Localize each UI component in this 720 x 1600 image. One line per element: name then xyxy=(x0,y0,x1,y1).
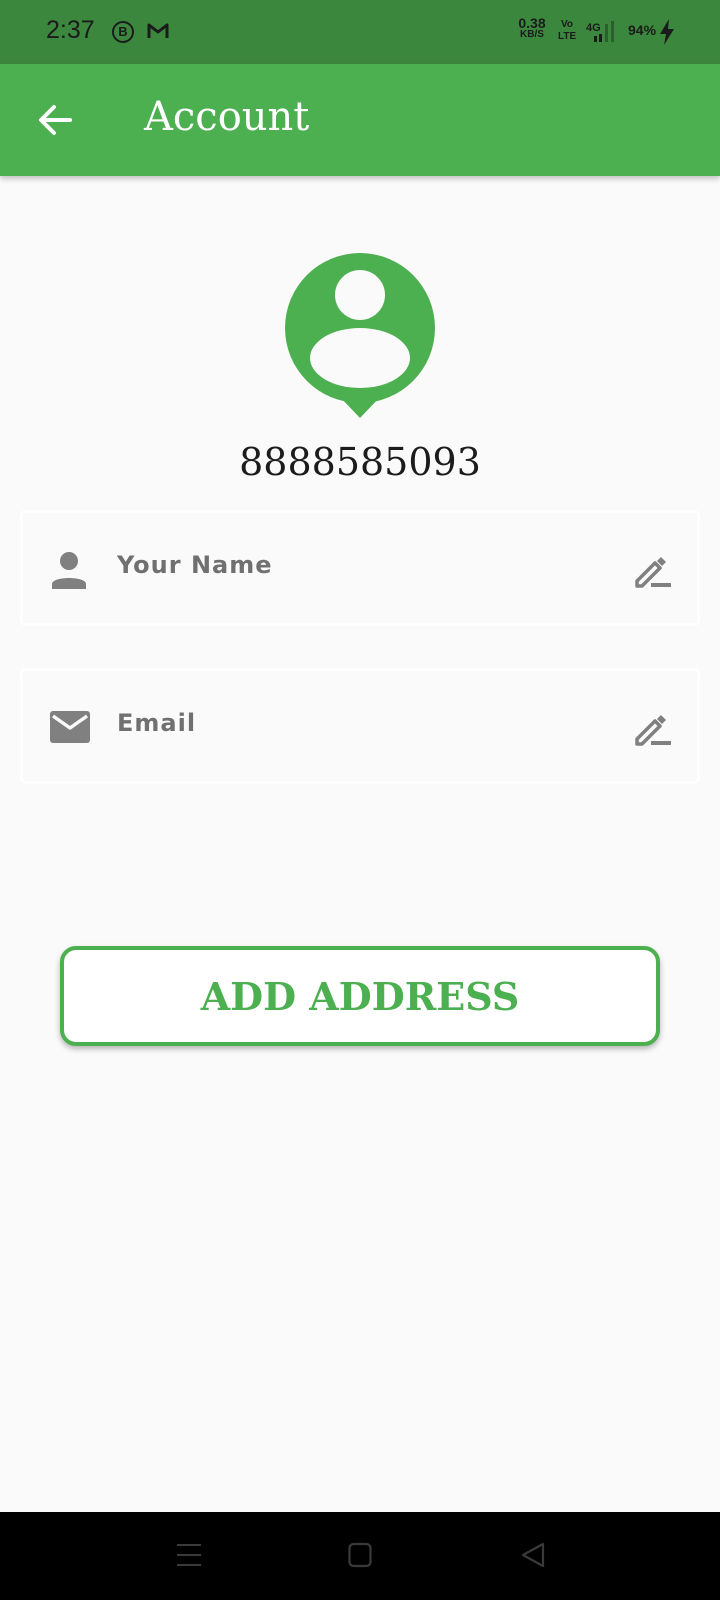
battery-level: 94% xyxy=(628,22,657,38)
person-icon xyxy=(52,552,86,589)
mail-icon xyxy=(50,711,90,743)
recent-apps-icon[interactable] xyxy=(176,1542,202,1568)
app-bar: Account xyxy=(0,64,720,176)
name-field-placeholder: Your Name xyxy=(117,551,273,579)
network-type-label: 4G xyxy=(586,22,601,34)
charging-bolt-icon xyxy=(660,19,674,45)
home-icon[interactable] xyxy=(348,1542,372,1568)
b-notification-icon: B xyxy=(112,21,134,43)
network-speed: 0.38 KB/S xyxy=(518,15,546,40)
status-time: 2:37 xyxy=(46,16,95,44)
edit-pencil-icon[interactable] xyxy=(633,711,673,747)
status-bar: 2:37 B 0.38 KB/S Vo LTE 4G 94% xyxy=(0,0,720,64)
back-triangle-icon[interactable] xyxy=(520,1542,546,1568)
page-title: Account xyxy=(144,94,310,140)
name-field[interactable]: Your Name xyxy=(20,510,700,626)
volte-indicator: Vo LTE xyxy=(558,19,577,42)
email-field[interactable]: Email xyxy=(20,668,700,784)
navigation-bar xyxy=(0,1512,720,1600)
account-pin-icon xyxy=(285,253,435,418)
phone-number: 8888585093 xyxy=(239,440,481,484)
add-address-label: ADD ADDRESS xyxy=(200,973,520,1019)
arrow-left-icon[interactable] xyxy=(36,102,74,138)
add-address-button[interactable]: ADD ADDRESS xyxy=(60,946,660,1046)
edit-pencil-icon[interactable] xyxy=(633,553,673,589)
signal-icon: 4G xyxy=(586,21,614,42)
email-field-placeholder: Email xyxy=(117,709,197,737)
gmail-icon xyxy=(147,23,169,38)
